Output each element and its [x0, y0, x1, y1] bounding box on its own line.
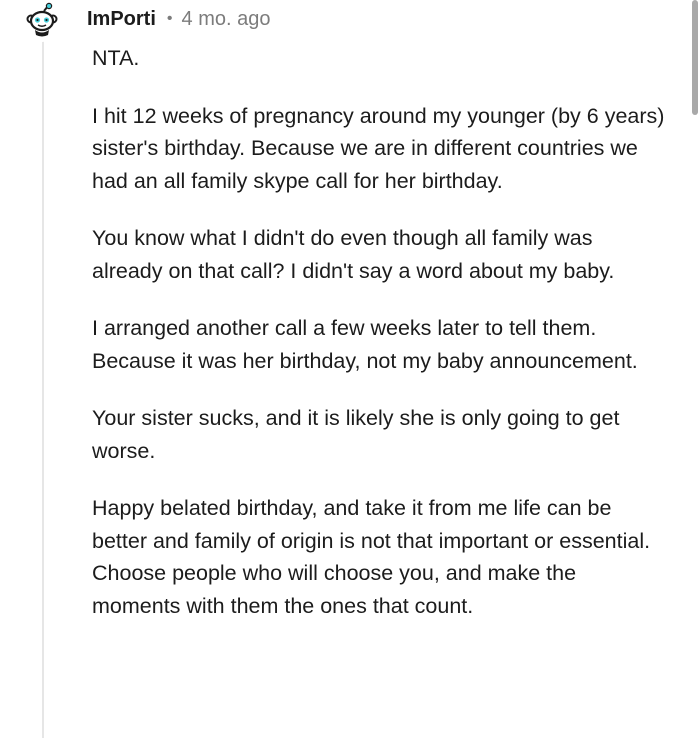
scrollbar-thumb[interactable]: [692, 0, 698, 115]
comment-paragraph: I arranged another call a few weeks late…: [92, 316, 638, 373]
user-avatar[interactable]: [22, 2, 62, 42]
comment-paragraph: Your sister sucks, and it is likely she …: [92, 406, 620, 463]
timestamp-link[interactable]: 4 mo. ago: [182, 8, 271, 31]
comment: ImPorti • 4 mo. ago NTA. I hit 12 weeks …: [0, 0, 700, 738]
thread-line[interactable]: [42, 38, 44, 738]
comment-body: NTA. I hit 12 weeks of pregnancy around …: [92, 42, 667, 647]
snoo-avatar-icon: [22, 2, 62, 42]
comment-paragraph: Happy belated birthday, and take it from…: [92, 496, 651, 618]
comment-paragraph: NTA.: [92, 46, 140, 70]
meta-separator: •: [166, 10, 173, 27]
comment-paragraph: You know what I didn't do even though al…: [92, 226, 615, 283]
username-link[interactable]: ImPorti: [87, 8, 156, 31]
comment-paragraph: I hit 12 weeks of pregnancy around my yo…: [92, 103, 665, 193]
comment-header: ImPorti • 4 mo. ago: [87, 6, 270, 32]
